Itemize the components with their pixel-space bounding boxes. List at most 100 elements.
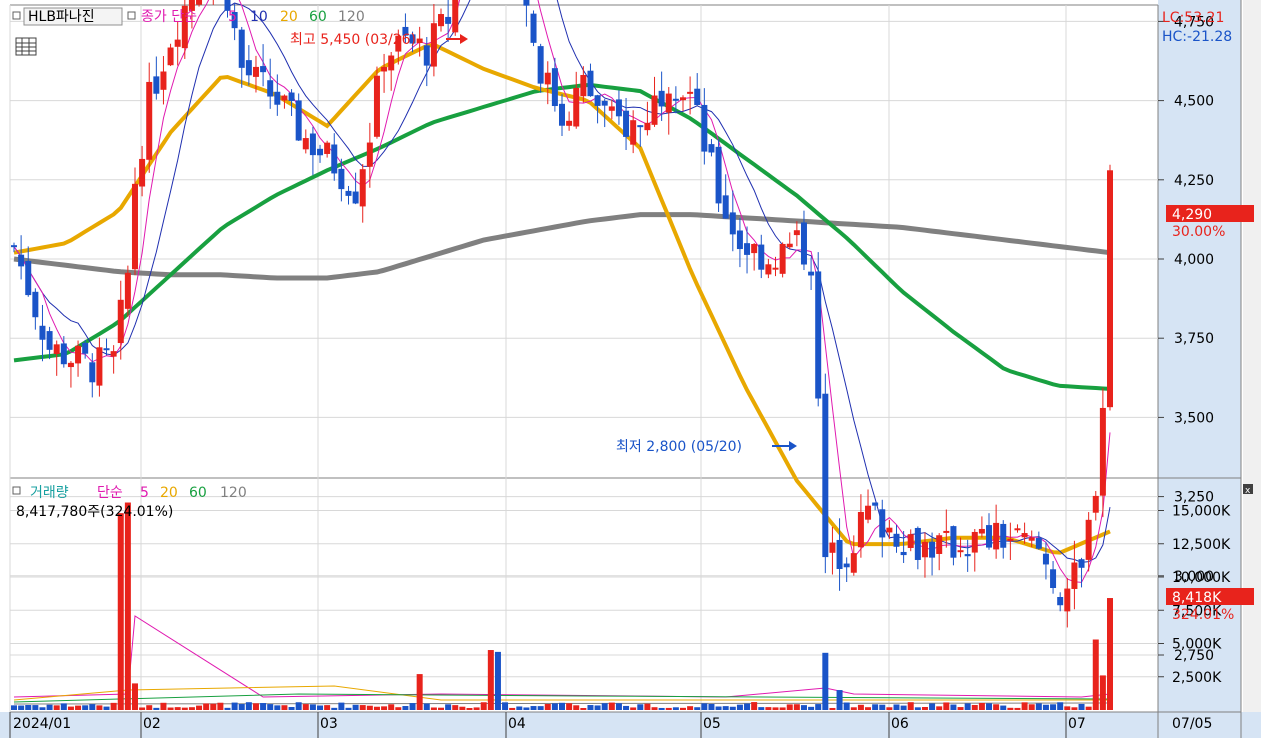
volume-bar bbox=[587, 705, 594, 710]
candle-up bbox=[139, 158, 146, 187]
volume-bar bbox=[295, 702, 302, 710]
volume-bar bbox=[1092, 639, 1099, 710]
candle-down bbox=[914, 527, 921, 560]
volume-bar bbox=[544, 703, 551, 710]
volume-bar bbox=[430, 707, 437, 710]
volume-bar bbox=[174, 707, 181, 710]
volume-bar bbox=[181, 707, 188, 710]
candle-down bbox=[103, 348, 110, 351]
candle-down bbox=[32, 291, 39, 318]
volume-bar bbox=[886, 707, 893, 710]
volume-bar bbox=[1057, 702, 1064, 710]
candle-up bbox=[381, 66, 388, 72]
volume-bar bbox=[715, 706, 722, 710]
candle-up bbox=[857, 511, 864, 548]
candle-up bbox=[921, 541, 928, 558]
x-label-05: 05 bbox=[703, 716, 721, 732]
volume-bar bbox=[103, 706, 110, 710]
volume-bar bbox=[53, 705, 60, 710]
volume-bar bbox=[843, 702, 850, 710]
volume-legend-simple: 단순 bbox=[97, 485, 123, 501]
candle-up bbox=[573, 87, 580, 127]
candle-up bbox=[96, 347, 103, 386]
candle-down bbox=[345, 190, 352, 196]
volume-bar bbox=[224, 707, 231, 710]
grid-table-icon[interactable] bbox=[15, 37, 37, 56]
candle-up bbox=[907, 534, 914, 548]
volume-bar bbox=[936, 706, 943, 710]
candle-down bbox=[929, 541, 936, 558]
volume-bar bbox=[274, 705, 281, 710]
candle-down bbox=[153, 76, 160, 94]
candle-down bbox=[950, 526, 957, 558]
candle-down bbox=[893, 533, 900, 547]
candle-down bbox=[658, 90, 665, 107]
volume-bar bbox=[131, 683, 138, 710]
volume-bar bbox=[573, 705, 580, 710]
vol-ma20-label: 20 bbox=[160, 485, 178, 501]
candle-up bbox=[665, 93, 672, 113]
candle-up bbox=[936, 535, 943, 554]
candle-down bbox=[445, 16, 452, 24]
candle-up bbox=[438, 14, 445, 27]
candle-down bbox=[836, 539, 843, 569]
volume-bar bbox=[459, 706, 466, 710]
candle-down bbox=[822, 393, 829, 558]
candle-down bbox=[530, 13, 537, 43]
volume-bar bbox=[1014, 707, 1021, 710]
volume-bar bbox=[630, 707, 637, 710]
volume-bar bbox=[466, 708, 473, 710]
chart-canvas: 5,2505,0004,7504,5004,2504,0003,7503,500… bbox=[0, 0, 1261, 738]
price-legend-prefix: 종가 단순 bbox=[141, 9, 197, 25]
volume-bar bbox=[914, 707, 921, 710]
volume-bar bbox=[32, 705, 39, 710]
volume-bar bbox=[694, 707, 701, 710]
volume-bar bbox=[986, 703, 993, 710]
volume-bar bbox=[388, 704, 395, 710]
candle-down bbox=[423, 45, 430, 66]
x-label-02: 02 bbox=[143, 716, 161, 732]
volume-bar bbox=[203, 703, 210, 710]
volume-bar bbox=[89, 704, 96, 710]
candle-down bbox=[808, 271, 815, 276]
candle-down bbox=[1042, 553, 1049, 565]
candle-up bbox=[1085, 519, 1092, 560]
volume-bar bbox=[793, 704, 800, 710]
volume-bar bbox=[772, 707, 779, 710]
candle-up bbox=[679, 97, 686, 101]
candle-up bbox=[1028, 537, 1035, 541]
volume-bar bbox=[516, 706, 523, 710]
current-price: 4,290 bbox=[1172, 207, 1212, 223]
candle-down bbox=[551, 68, 558, 107]
candle-up bbox=[146, 81, 153, 160]
volume-bar bbox=[594, 705, 601, 710]
candle-up bbox=[630, 120, 637, 145]
volume-bar bbox=[651, 707, 658, 710]
volume-bar bbox=[359, 705, 366, 710]
volume-bar bbox=[658, 707, 665, 710]
candle-down bbox=[744, 243, 751, 255]
volume-bar bbox=[907, 702, 914, 710]
candle-down bbox=[11, 245, 17, 248]
volume-bar bbox=[423, 703, 430, 710]
candle-down bbox=[18, 254, 25, 267]
volume-bar bbox=[416, 674, 423, 710]
volume-bar bbox=[46, 704, 53, 710]
volume-bar bbox=[708, 703, 715, 710]
volume-bar bbox=[39, 707, 46, 710]
volume-bar bbox=[1099, 675, 1106, 710]
volume-bar bbox=[559, 702, 565, 710]
volume-bar bbox=[110, 702, 117, 710]
candle-down bbox=[872, 502, 879, 506]
candle-up bbox=[53, 344, 60, 354]
candle-up bbox=[687, 91, 694, 94]
candle-down bbox=[594, 95, 601, 106]
candle-down bbox=[559, 103, 565, 126]
candle-down bbox=[601, 100, 608, 106]
candle-up bbox=[366, 142, 373, 167]
candle-up bbox=[957, 550, 964, 553]
volume-bar bbox=[786, 704, 793, 710]
candle-down bbox=[267, 80, 274, 97]
candle-down bbox=[260, 66, 267, 73]
volume-bar bbox=[1085, 706, 1092, 710]
